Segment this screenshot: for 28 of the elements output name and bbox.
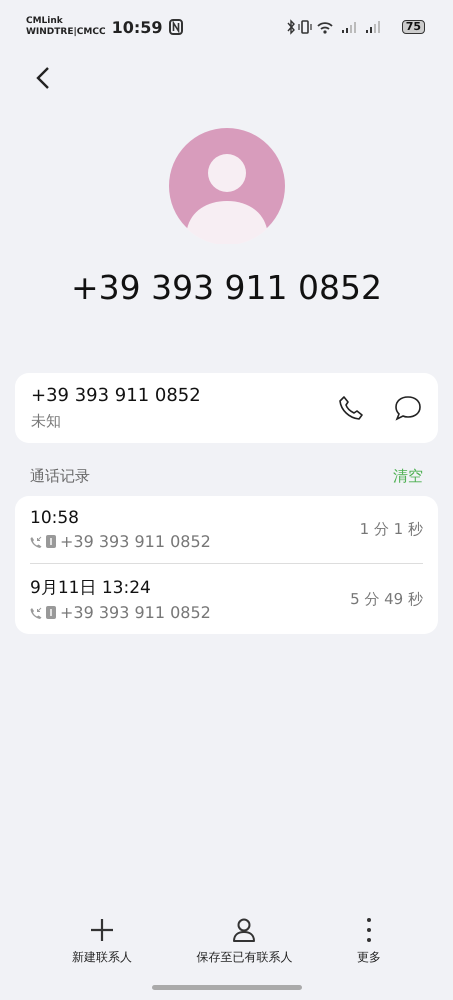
phone-icon[interactable] bbox=[338, 395, 364, 421]
avatar-icon bbox=[168, 128, 284, 244]
action-button[interactable]: 保存至已有联系人 bbox=[190, 916, 298, 967]
person-icon bbox=[231, 917, 258, 943]
number-label: 未知 bbox=[31, 412, 62, 431]
more-icon bbox=[366, 917, 371, 943]
call-number: +39 393 911 0852 bbox=[60, 532, 211, 551]
battery-level: 75 bbox=[402, 20, 425, 34]
incoming-call-icon bbox=[30, 606, 42, 618]
call-time: 9月11日 13:24 bbox=[30, 577, 152, 599]
call-number: +39 393 911 0852 bbox=[60, 603, 211, 622]
plus-icon bbox=[89, 917, 116, 943]
call-duration: 1 分 1 秒 bbox=[360, 520, 423, 539]
call-time: 10:58 bbox=[30, 508, 80, 528]
call-duration: 5 分 49 秒 bbox=[350, 590, 423, 608]
nfc-icon bbox=[168, 19, 182, 35]
carrier-name: WINDTRE|CMCC bbox=[26, 27, 106, 38]
section-title: 通话记录 bbox=[30, 467, 90, 486]
sim-icon bbox=[46, 606, 56, 619]
action-button[interactable]: 新建联系人 bbox=[66, 916, 138, 967]
incoming-call-icon bbox=[30, 536, 42, 548]
message-icon[interactable] bbox=[394, 395, 422, 421]
status-time: 10:59 bbox=[112, 18, 162, 36]
carrier-name: CMLink bbox=[26, 16, 64, 27]
contact-number: +39 393 911 0852 bbox=[70, 268, 384, 307]
action-button[interactable]: 更多 bbox=[350, 916, 387, 967]
sim-icon bbox=[46, 535, 56, 548]
phone-number: +39 393 911 0852 bbox=[31, 385, 202, 406]
